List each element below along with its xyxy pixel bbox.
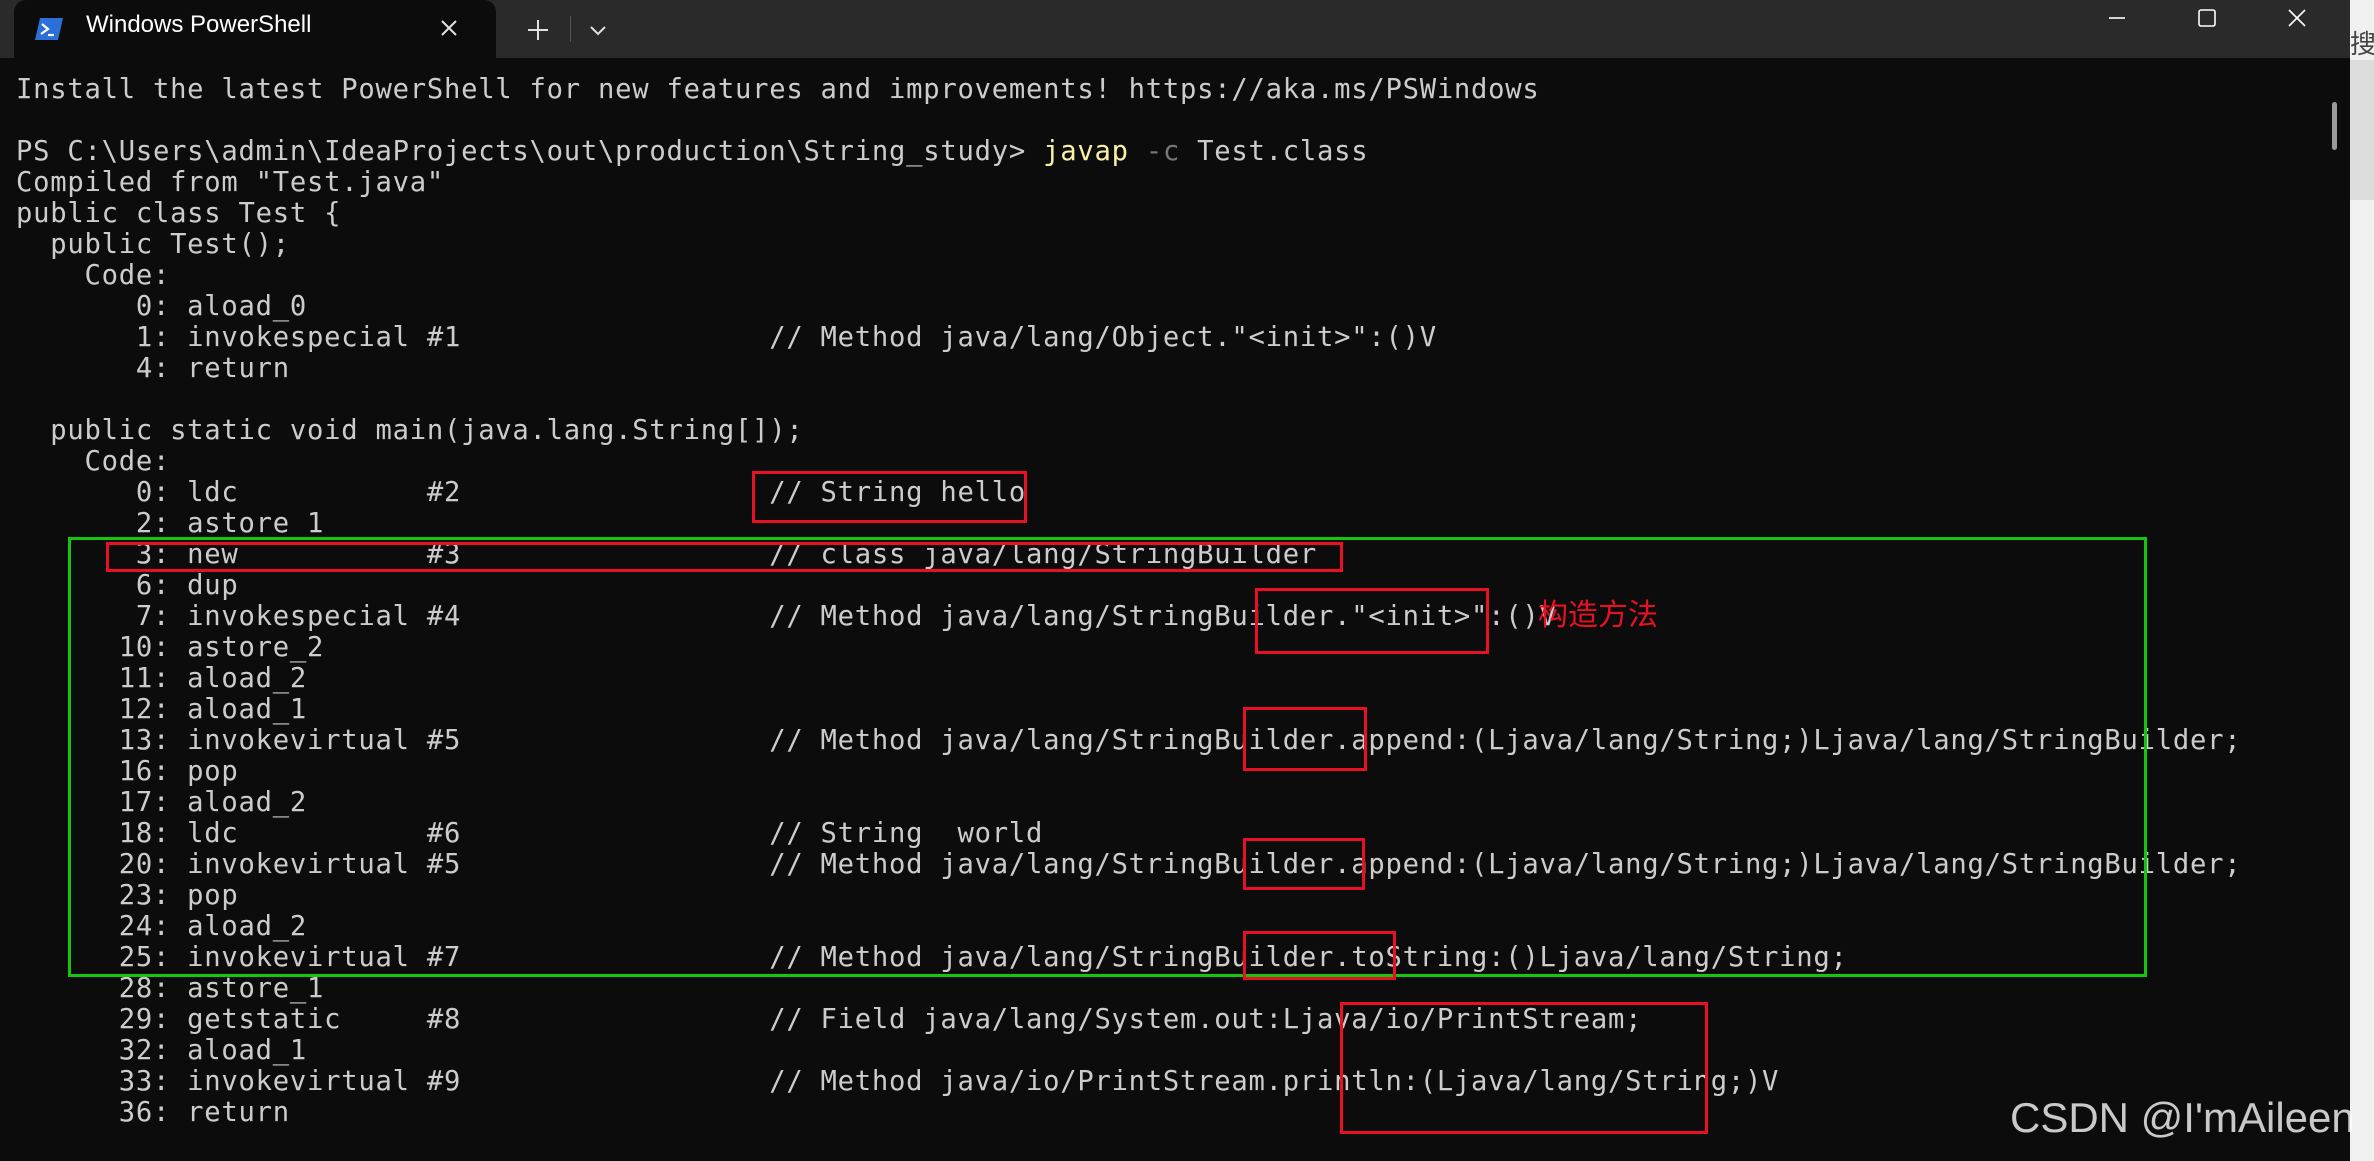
output-line: 28: astore_1 <box>16 973 325 1004</box>
maximize-icon[interactable] <box>2162 0 2252 40</box>
highlight-init <box>1255 588 1489 654</box>
highlight-new-stringbuilder <box>106 542 1343 572</box>
plus-icon[interactable] <box>520 12 556 48</box>
highlight-append-2 <box>1243 838 1365 890</box>
tab-title: Windows PowerShell <box>86 11 312 38</box>
output-line: public static void main(java.lang.String… <box>16 415 804 446</box>
output-line: public class Test { <box>16 198 342 229</box>
output-line: 2: astore_1 <box>16 508 325 539</box>
background-window-edge: 搜 <box>2350 0 2374 1161</box>
output-line: 0: aload_0 <box>16 291 308 322</box>
output-line: 36: return <box>16 1097 290 1128</box>
output-line: 4: return <box>16 353 290 384</box>
watermark: CSDN @I'mAileen <box>2010 1094 2355 1141</box>
title-bar: Windows PowerShell <box>0 0 2350 58</box>
minimize-icon[interactable] <box>2072 0 2162 40</box>
close-icon[interactable] <box>434 13 464 43</box>
scrollbar[interactable] <box>2332 102 2337 150</box>
command-flag: -c <box>1128 136 1181 167</box>
background-panel <box>2350 60 2374 200</box>
highlight-println <box>1340 1002 1708 1134</box>
output-line: public Test(); <box>16 229 290 260</box>
tab-windows-powershell[interactable]: Windows PowerShell <box>14 0 496 58</box>
output-line: Code: <box>16 260 171 291</box>
chevron-down-icon[interactable] <box>580 14 616 48</box>
prompt: PS C:\Users\admin\IdeaProjects\out\produ… <box>16 136 1044 167</box>
prompt-line: PS C:\Users\admin\IdeaProjects\out\produ… <box>16 136 1368 167</box>
output-line: Code: <box>16 446 171 477</box>
banner-line: Install the latest PowerShell for new fe… <box>16 74 1540 105</box>
highlight-tostring <box>1243 931 1396 980</box>
tab-divider <box>570 16 571 42</box>
powershell-icon <box>35 18 63 40</box>
background-text: 搜 <box>2350 30 2374 60</box>
annotation-label: 构造方法 <box>1538 598 1658 633</box>
highlight-string-hello <box>752 471 1027 523</box>
close-window-icon[interactable] <box>2252 0 2342 40</box>
output-line: Compiled from "Test.java" <box>16 167 444 198</box>
command-name: javap <box>1043 136 1129 167</box>
command-args: Test.class <box>1180 136 1369 167</box>
output-line: 1: invokespecial #1 // Method java/lang/… <box>16 322 1437 353</box>
highlight-append-1 <box>1243 707 1367 771</box>
stringbuilder-section-box <box>68 537 2147 977</box>
output-line: 32: aload_1 <box>16 1035 308 1066</box>
